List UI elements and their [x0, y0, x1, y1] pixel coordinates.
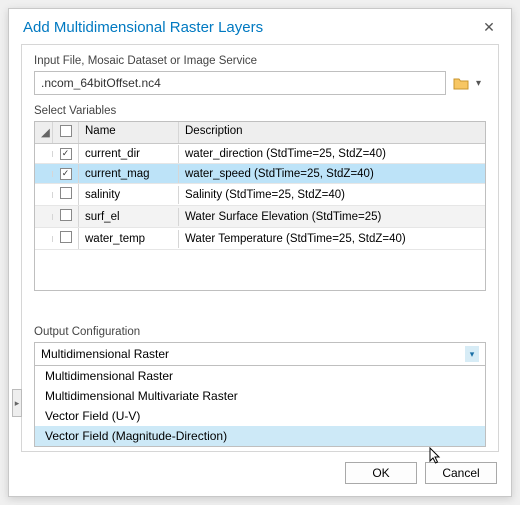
row-expand[interactable]: [35, 192, 53, 198]
row-desc: water_direction (StdTime=25, StdZ=40): [179, 145, 485, 163]
row-name: current_dir: [79, 145, 179, 163]
table-row[interactable]: water_tempWater Temperature (StdTime=25,…: [35, 228, 485, 250]
row-desc: Water Surface Elevation (StdTime=25): [179, 208, 485, 226]
output-config-value-row[interactable]: Multidimensional Raster ▾: [35, 343, 485, 365]
row-check-cell[interactable]: [53, 228, 79, 249]
side-expand-handle[interactable]: ▸: [12, 389, 22, 417]
titlebar: Add Multidimensional Raster Layers ✕: [9, 9, 511, 44]
dropdown-option[interactable]: Multidimensional Multivariate Raster: [35, 386, 485, 406]
chevron-down-icon[interactable]: ▾: [465, 346, 479, 362]
row-checkbox[interactable]: [60, 187, 72, 199]
output-config-label: Output Configuration: [34, 326, 486, 338]
chevron-down-icon[interactable]: ▾: [476, 78, 486, 89]
folder-icon[interactable]: [452, 74, 470, 92]
row-name: current_mag: [79, 165, 179, 183]
select-variables-label: Select Variables: [34, 105, 486, 117]
variables-table: ◢ Name Description ✓ current_dirwater_dir…: [34, 121, 486, 291]
row-checkbox[interactable]: ✓: [60, 148, 72, 160]
row-desc: Salinity (StdTime=25, StdZ=40): [179, 186, 485, 204]
row-check-cell[interactable]: [53, 206, 79, 227]
dropdown-option[interactable]: Vector Field (U-V): [35, 406, 485, 426]
row-expand[interactable]: [35, 171, 53, 177]
input-file-label: Input File, Mosaic Dataset or Image Serv…: [34, 55, 486, 67]
name-column-header[interactable]: Name: [79, 122, 179, 143]
description-column-header[interactable]: Description: [179, 122, 485, 143]
dropdown-option[interactable]: Vector Field (Magnitude-Direction): [35, 426, 485, 446]
close-icon[interactable]: ✕: [481, 20, 497, 36]
check-all-header[interactable]: [53, 122, 79, 143]
footer: OK Cancel: [9, 452, 511, 496]
table-row[interactable]: ✓ current_magwater_speed (StdTime=25, Std…: [35, 164, 485, 184]
row-checkbox[interactable]: ✓: [60, 168, 72, 180]
table-header: ◢ Name Description: [35, 122, 485, 144]
row-name: surf_el: [79, 208, 179, 226]
row-name: water_temp: [79, 230, 179, 248]
row-expand[interactable]: [35, 214, 53, 220]
row-expand[interactable]: [35, 151, 53, 157]
row-checkbox[interactable]: [60, 209, 72, 221]
cancel-button[interactable]: Cancel: [425, 462, 497, 484]
output-config-dropdown: Multidimensional RasterMultidimensional …: [34, 366, 486, 447]
dropdown-option[interactable]: Multidimensional Raster: [35, 366, 485, 386]
output-config-value: Multidimensional Raster: [41, 347, 169, 361]
check-all-checkbox[interactable]: [60, 125, 72, 137]
input-file-row: ▾: [34, 71, 486, 95]
dialog-title: Add Multidimensional Raster Layers: [23, 19, 263, 36]
table-row[interactable]: surf_elWater Surface Elevation (StdTime=…: [35, 206, 485, 228]
input-file-field[interactable]: [34, 71, 446, 95]
row-check-cell[interactable]: ✓: [53, 164, 79, 183]
ok-button[interactable]: OK: [345, 462, 417, 484]
output-config-area: Output Configuration Multidimensional Ra…: [34, 326, 486, 447]
output-config-select[interactable]: Multidimensional Raster ▾: [34, 342, 486, 366]
row-expand[interactable]: [35, 236, 53, 242]
row-desc: water_speed (StdTime=25, StdZ=40): [179, 165, 485, 183]
table-body: ✓ current_dirwater_direction (StdTime=25,…: [35, 144, 485, 250]
dialog: Add Multidimensional Raster Layers ✕ Inp…: [8, 8, 512, 497]
expand-column-header[interactable]: ◢: [35, 122, 53, 143]
table-row[interactable]: ✓ current_dirwater_direction (StdTime=25,…: [35, 144, 485, 164]
row-checkbox[interactable]: [60, 231, 72, 243]
content-panel: Input File, Mosaic Dataset or Image Serv…: [21, 44, 499, 452]
row-check-cell[interactable]: [53, 184, 79, 205]
row-name: salinity: [79, 186, 179, 204]
row-check-cell[interactable]: ✓: [53, 144, 79, 163]
table-row[interactable]: salinitySalinity (StdTime=25, StdZ=40): [35, 184, 485, 206]
row-desc: Water Temperature (StdTime=25, StdZ=40): [179, 230, 485, 248]
